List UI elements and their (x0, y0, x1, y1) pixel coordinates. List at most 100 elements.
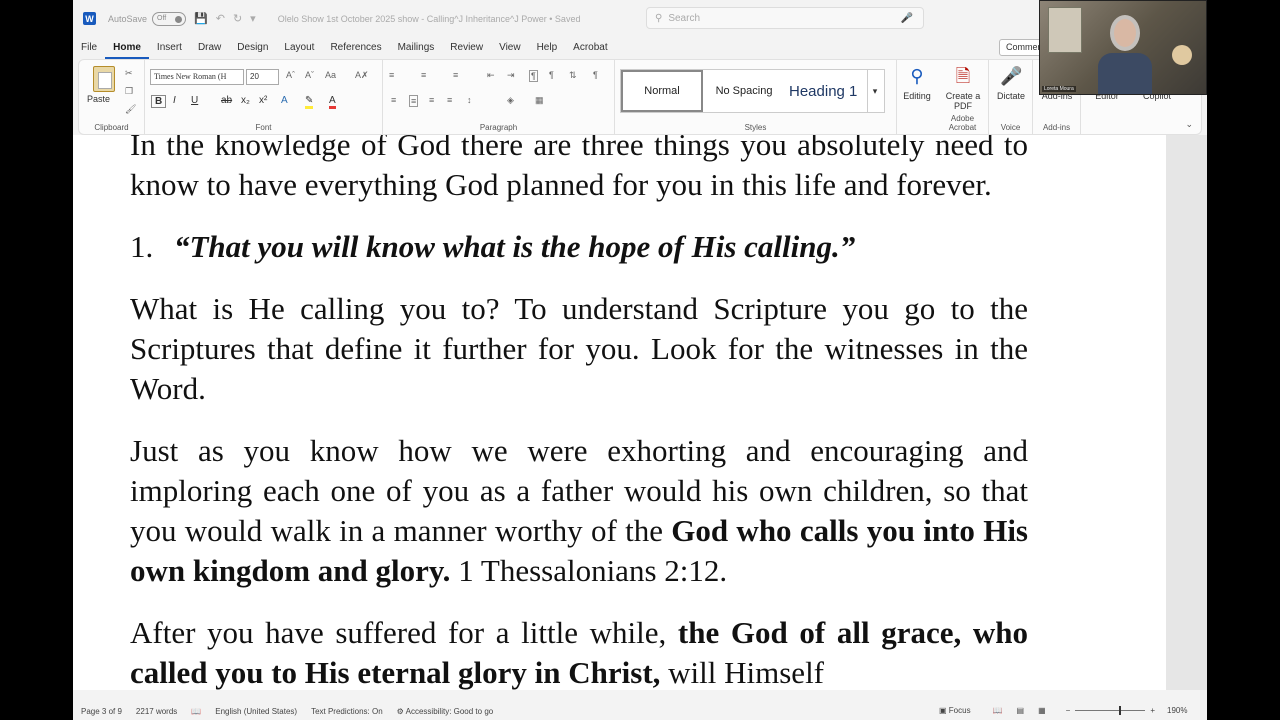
align-right-icon[interactable]: ≡ (429, 95, 434, 105)
tab-insert[interactable]: Insert (149, 37, 190, 59)
shading-icon[interactable]: ◈ (507, 95, 514, 106)
item-quote: “That you will know what is the hope of … (174, 229, 856, 264)
save-icon[interactable]: 💾 (194, 12, 208, 25)
create-pdf-button[interactable]: 🗎 Create a PDF (939, 64, 987, 111)
autosave-toggle[interactable]: Off (152, 11, 187, 26)
shrink-font-icon[interactable]: Aˇ (305, 70, 314, 80)
ltr-icon[interactable]: ¶ (529, 70, 538, 82)
styles-more-icon[interactable]: ▾ (867, 70, 882, 112)
multilevel-list-icon[interactable]: ≡ (453, 70, 458, 80)
format-painter-icon[interactable]: 🖌 (125, 104, 136, 115)
bullets-icon[interactable]: ≡ (389, 70, 394, 80)
increase-indent-icon[interactable]: ⇥ (507, 70, 515, 81)
accessibility-label: Accessibility: Good to go (405, 706, 494, 716)
web-layout-icon[interactable]: ▦ (1038, 706, 1046, 715)
paragraph-group: ≡ ≡ ≡ ⇤ ⇥ ¶ ¶ ⇅ ¶ ≡ ≡ ≡ ≡ ↕ ◈ ▦ Paragrap… (383, 60, 615, 134)
tab-home[interactable]: Home (105, 37, 149, 59)
language-status[interactable]: English (United States) (215, 707, 297, 716)
bold-icon[interactable]: B (151, 95, 167, 108)
zoom-level[interactable]: 190% (1167, 706, 1187, 715)
decrease-indent-icon[interactable]: ⇤ (487, 70, 495, 81)
justify-icon[interactable]: ≡ (447, 95, 452, 105)
font-color-icon[interactable]: A (329, 95, 336, 109)
tab-review[interactable]: Review (442, 37, 491, 59)
page-count[interactable]: Page 3 of 9 (81, 707, 122, 716)
paragraph-4: After you have suffered for a little whi… (130, 613, 1028, 690)
zoom-in-icon[interactable]: + (1150, 706, 1155, 715)
paragraph-3: Just as you know how we were exhorting a… (130, 431, 1028, 591)
underline-icon[interactable]: U (191, 95, 198, 106)
clear-formatting-icon[interactable]: A✗ (355, 70, 369, 81)
text-predictions-status[interactable]: Text Predictions: On (311, 707, 383, 716)
dictate-button[interactable]: 🎤 Dictate (987, 64, 1035, 101)
style-normal[interactable]: Normal (621, 70, 703, 112)
show-formatting-icon[interactable]: ¶ (593, 70, 598, 80)
tab-file[interactable]: File (73, 37, 105, 59)
zoom-thumb[interactable] (1119, 706, 1122, 715)
microphone-icon: 🎤 (1000, 66, 1023, 86)
font-size-select[interactable]: 20 (246, 69, 279, 85)
webcam-presenter (1098, 11, 1152, 94)
read-mode-icon[interactable]: 📖 (993, 706, 1003, 715)
tab-acrobat[interactable]: Acrobat (565, 37, 615, 59)
customize-toolbar-icon[interactable]: ▾ (250, 12, 256, 25)
redo-icon[interactable]: ↻ (233, 12, 242, 25)
zoom-slider[interactable] (1075, 706, 1146, 715)
style-heading-1[interactable]: Heading 1 (785, 70, 867, 112)
clipboard-group: Paste ✂ ❐ 🖌 Clipboard (79, 60, 145, 134)
tab-view[interactable]: View (491, 37, 529, 59)
paste-icon[interactable] (93, 66, 115, 92)
numbered-item: 1. “That you will know what is the hope … (130, 227, 1028, 267)
status-bar: Page 3 of 9 2217 words 📖 English (United… (73, 702, 1207, 720)
ribbon-collapse-icon[interactable]: ⌄ (1185, 119, 1193, 130)
accessibility-status[interactable]: ⚙ Accessibility: Good to go (397, 707, 494, 716)
style-no-spacing[interactable]: No Spacing (703, 70, 785, 112)
proofing-icon[interactable]: 📖 (191, 707, 201, 716)
tab-mailings[interactable]: Mailings (390, 37, 443, 59)
paragraph-4-plain: After you have suffered for a little whi… (130, 615, 678, 650)
grow-font-icon[interactable]: Aˆ (286, 70, 295, 80)
paste-button[interactable]: Paste (87, 94, 110, 104)
line-spacing-icon[interactable]: ↕ (467, 95, 472, 105)
autosave-label: AutoSave (108, 13, 148, 24)
document-title[interactable]: Olelo Show 1st October 2025 show - Calli… (278, 14, 581, 24)
rtl-icon[interactable]: ¶ (549, 70, 554, 80)
focus-button[interactable]: ▣ Focus (939, 706, 971, 715)
tab-design[interactable]: Design (229, 37, 276, 59)
text-effects-icon[interactable]: A (281, 95, 288, 106)
document-text[interactable]: In the knowledge of God there are three … (130, 135, 1028, 690)
document-page[interactable]: In the knowledge of God there are three … (73, 135, 1166, 690)
superscript-icon[interactable]: x² (259, 95, 267, 106)
ribbon: Paste ✂ ❐ 🖌 Clipboard Times New Roman (H… (78, 59, 1202, 135)
undo-icon[interactable]: ↶ (216, 12, 225, 25)
editing-button[interactable]: ⚲ Editing (893, 64, 941, 101)
copy-icon[interactable]: ❐ (125, 86, 133, 97)
align-center-icon[interactable]: ≡ (409, 95, 419, 107)
numbering-icon[interactable]: ≡ (421, 70, 426, 80)
align-left-icon[interactable]: ≡ (391, 95, 396, 105)
font-family-select[interactable]: Times New Roman (H (150, 69, 244, 85)
sort-icon[interactable]: ⇅ (569, 70, 577, 81)
tab-draw[interactable]: Draw (190, 37, 229, 59)
search-input[interactable]: ⚲ Search 🎤 (646, 7, 924, 29)
voice-label: Voice (1000, 123, 1021, 132)
italic-icon[interactable]: I (173, 95, 176, 106)
word-logo-icon: W (83, 12, 96, 25)
zoom-out-icon[interactable]: − (1066, 706, 1071, 715)
word-count[interactable]: 2217 words (136, 707, 177, 716)
paragraph-label: Paragraph (479, 123, 518, 132)
microphone-icon[interactable]: 🎤 (901, 13, 913, 24)
borders-icon[interactable]: ▦ (535, 95, 544, 106)
pdf-icon: 🗎 (955, 66, 971, 86)
highlight-icon[interactable]: ✎ (305, 95, 314, 109)
tab-layout[interactable]: Layout (276, 37, 322, 59)
webcam-overlay: Loreta Moura (1039, 0, 1207, 95)
strikethrough-icon[interactable]: ab (221, 95, 232, 106)
change-case-icon[interactable]: Aa (325, 70, 336, 80)
print-layout-icon[interactable]: ▤ (1017, 706, 1025, 715)
tab-references[interactable]: References (322, 37, 389, 59)
tab-help[interactable]: Help (529, 37, 566, 59)
cut-icon[interactable]: ✂ (125, 68, 133, 79)
subscript-icon[interactable]: x₂ (241, 95, 250, 106)
find-icon: ⚲ (910, 66, 924, 86)
